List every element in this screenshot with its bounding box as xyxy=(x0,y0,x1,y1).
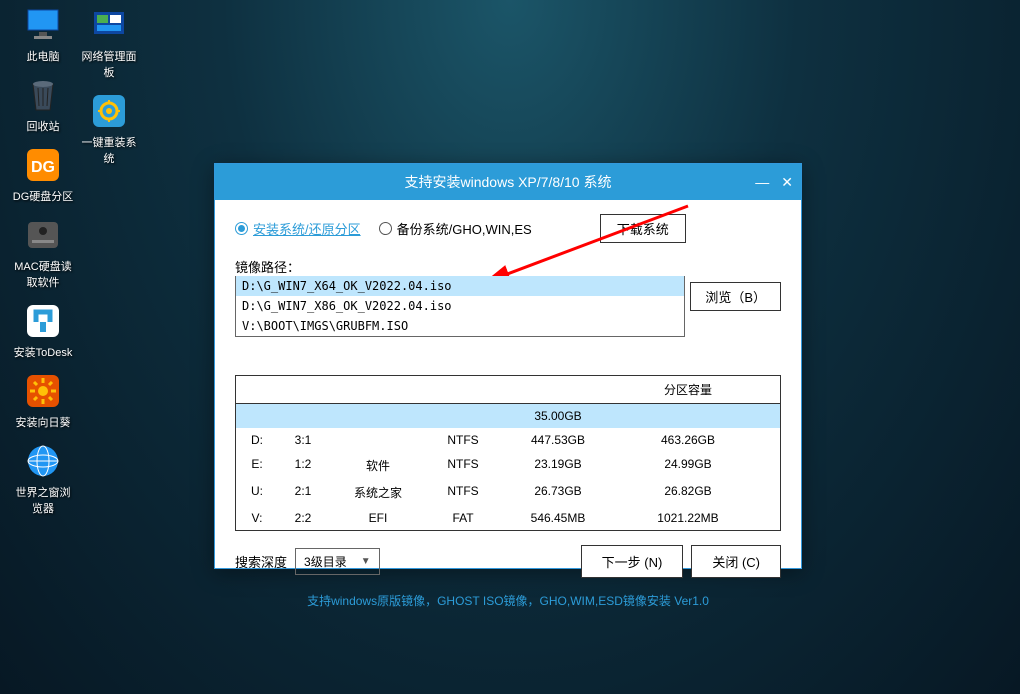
cell-drive: E: xyxy=(236,452,278,479)
desktop-icon-label: 世界之窗浏览器 xyxy=(12,484,74,516)
cell-idx: 2:1 xyxy=(278,479,328,506)
next-button[interactable]: 下一步 (N) xyxy=(581,545,684,578)
desktop-icon-label: MAC硬盘读取软件 xyxy=(12,258,74,290)
cell-cap xyxy=(618,404,758,428)
table-row[interactable]: D:3:1 NTFS447.53GB463.26GB xyxy=(236,428,780,452)
footer-text: 支持windows原版镜像，GHOST ISO镜像，GHO,WIM,ESD镜像安… xyxy=(235,592,781,609)
desktop-icon-browser[interactable]: 世界之窗浏览器 xyxy=(12,440,74,516)
close-button[interactable]: 关闭 (C) xyxy=(691,545,781,578)
cell-name xyxy=(328,428,428,452)
desktop-icon-label: 网络管理面板 xyxy=(78,48,140,80)
cell-idx: 1:2 xyxy=(278,452,328,479)
search-depth-label: 搜索深度 xyxy=(235,552,287,571)
partition-table: 分区容量 35.00GBD:3:1NTFS447.53GB463.26GBE:1… xyxy=(235,375,781,531)
cell-fmt: FAT xyxy=(428,506,498,530)
cell-cap: 463.26GB xyxy=(618,428,758,452)
dg-icon: DG xyxy=(22,144,64,186)
desktop-icon-label: 回收站 xyxy=(27,118,60,134)
radio-label: 备份系统/GHO,WIN,ES xyxy=(397,219,532,238)
minimize-button[interactable]: — xyxy=(755,174,769,190)
desktop-icon-thispc[interactable]: 此电脑 xyxy=(12,4,74,64)
cell-idx: 2:2 xyxy=(278,506,328,530)
desktop-icon-network[interactable]: 网络管理面板 xyxy=(78,4,140,80)
desktop-icon-label: 安装向日葵 xyxy=(16,414,71,430)
col-capacity: 分区容量 xyxy=(618,376,758,403)
close-button[interactable]: ✕ xyxy=(781,174,793,191)
trash-icon xyxy=(22,74,64,116)
chevron-down-icon: ▼ xyxy=(361,556,371,567)
radio-label: 安装系统/还原分区 xyxy=(253,219,361,238)
desktop-icon-label: 一键重装系统 xyxy=(78,134,140,166)
cell-cap: 24.99GB xyxy=(618,452,758,479)
cell-name: 系统之家 xyxy=(328,479,428,506)
cell-drive: V: xyxy=(236,506,278,530)
radio-install-restore[interactable]: 安装系统/还原分区 xyxy=(235,219,361,238)
desktop-icon-trash[interactable]: 回收站 xyxy=(12,74,74,134)
cell-name: EFI xyxy=(328,506,428,530)
radio-unchecked-icon xyxy=(379,222,392,235)
mac-icon xyxy=(22,214,64,256)
desktop-icon-label: 此电脑 xyxy=(27,48,60,64)
desktop-icon-dg[interactable]: DG DG硬盘分区 xyxy=(12,144,74,204)
table-row[interactable]: E:1:2软件NTFS23.19GB24.99GB xyxy=(236,452,780,479)
desktop-icon-label: DG硬盘分区 xyxy=(13,188,74,204)
cell-used: 23.19GB xyxy=(498,452,618,479)
svg-text:DG: DG xyxy=(31,159,55,176)
table-row[interactable]: U:2:1系统之家NTFS26.73GB26.82GB xyxy=(236,479,780,506)
download-system-button[interactable]: 下载系统 xyxy=(600,214,686,243)
cell-cap: 26.82GB xyxy=(618,479,758,506)
cell-used: 447.53GB xyxy=(498,428,618,452)
dialog-body: 安装系统/还原分区 备份系统/GHO,WIN,ES 下载系统 镜像路径： D:\… xyxy=(215,200,801,619)
todesk-icon xyxy=(22,300,64,342)
installer-dialog: 支持安装windows XP/7/8/10 系统 — ✕ 安装系统/还原分区 备… xyxy=(214,163,802,569)
cell-idx: 3:1 xyxy=(278,428,328,452)
cell-drive xyxy=(236,404,278,428)
image-path-dropdown[interactable]: D:\G_WIN7_X64_OK_V2022.04.iso D:\G_WIN7_… xyxy=(235,276,685,337)
cell-name: 软件 xyxy=(328,452,428,479)
cell-used: 26.73GB xyxy=(498,479,618,506)
table-row[interactable]: V:2:2EFIFAT546.45MB1021.22MB xyxy=(236,506,780,530)
browse-button[interactable]: 浏览（B） xyxy=(690,282,781,311)
cell-fmt xyxy=(428,404,498,428)
table-header: 分区容量 xyxy=(236,376,780,404)
desktop-icon-reinstall[interactable]: 一键重装系统 xyxy=(78,90,140,166)
desktop-icons-col1: 此电脑 回收站 DG DG硬盘分区 MAC硬盘读取软件 安装ToDesk 安装向… xyxy=(12,4,74,516)
cell-used: 546.45MB xyxy=(498,506,618,530)
cell-drive: D: xyxy=(236,428,278,452)
cell-fmt: NTFS xyxy=(428,428,498,452)
desktop-icon-label: 安装ToDesk xyxy=(14,344,73,360)
cell-fmt: NTFS xyxy=(428,452,498,479)
desktop-icon-mac[interactable]: MAC硬盘读取软件 xyxy=(12,214,74,290)
browser-icon xyxy=(22,440,64,482)
network-icon xyxy=(88,4,130,46)
dropdown-item[interactable]: D:\G_WIN7_X64_OK_V2022.04.iso xyxy=(236,276,684,296)
desktop-icon-sunflower[interactable]: 安装向日葵 xyxy=(12,370,74,430)
search-depth-select[interactable]: 3级目录 ▼ xyxy=(295,548,380,575)
cell-fmt: NTFS xyxy=(428,479,498,506)
radio-backup[interactable]: 备份系统/GHO,WIN,ES xyxy=(379,219,532,238)
cell-name xyxy=(328,404,428,428)
desktop-icons-col2: 网络管理面板 一键重装系统 xyxy=(78,4,140,166)
table-row[interactable]: 35.00GB xyxy=(236,404,780,428)
search-depth-value: 3级目录 xyxy=(304,553,347,570)
sunflower-icon xyxy=(22,370,64,412)
cell-drive: U: xyxy=(236,479,278,506)
desktop-icon-todesk[interactable]: 安装ToDesk xyxy=(12,300,74,360)
cell-used: 35.00GB xyxy=(498,404,618,428)
image-path-label: 镜像路径： xyxy=(235,257,781,276)
window-title: 支持安装windows XP/7/8/10 系统 xyxy=(405,172,612,192)
monitor-icon xyxy=(22,4,64,46)
dropdown-item[interactable]: V:\BOOT\IMGS\GRUBFM.ISO xyxy=(236,316,684,336)
dropdown-item[interactable]: D:\G_WIN7_X86_OK_V2022.04.iso xyxy=(236,296,684,316)
cell-idx xyxy=(278,404,328,428)
titlebar[interactable]: 支持安装windows XP/7/8/10 系统 — ✕ xyxy=(215,164,801,200)
radio-checked-icon xyxy=(235,222,248,235)
reinstall-icon xyxy=(88,90,130,132)
cell-cap: 1021.22MB xyxy=(618,506,758,530)
